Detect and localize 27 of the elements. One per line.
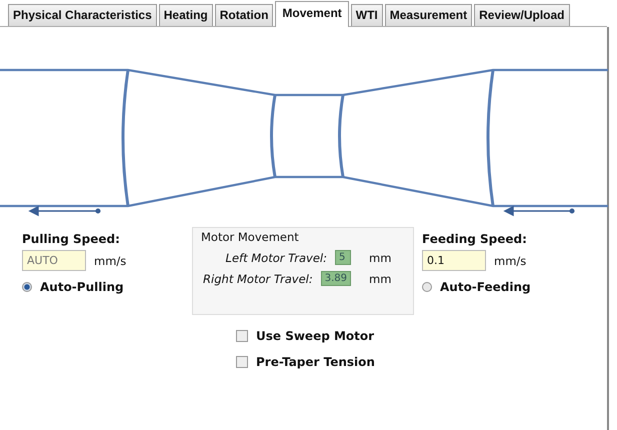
- field-label: Right Motor Travel:: [203, 272, 313, 286]
- checkbox-label[interactable]: Pre-Taper Tension: [256, 355, 375, 369]
- radio-button[interactable]: [422, 282, 432, 292]
- tab[interactable]: Measurement: [384, 4, 472, 26]
- radio-label[interactable]: Auto-Feeding: [440, 280, 531, 294]
- unit-label: mm: [369, 272, 392, 286]
- group-title: Motor Movement: [201, 230, 300, 244]
- left-arrow-icon: [28, 206, 101, 216]
- input-field[interactable]: 0.1: [422, 250, 486, 271]
- tab[interactable]: Review/Upload: [474, 4, 570, 26]
- field-label: Pulling Speed:: [22, 232, 121, 246]
- unit-label: mm/s: [94, 254, 126, 268]
- unit-label: mm/s: [494, 254, 526, 268]
- readout-field: 3.89: [320, 271, 351, 286]
- field-label: Feeding Speed:: [422, 232, 528, 246]
- tab[interactable]: Heating: [158, 4, 213, 26]
- tab[interactable]: Rotation: [214, 4, 274, 26]
- tab[interactable]: Physical Characteristics: [8, 4, 157, 26]
- left-arrow-icon: [503, 206, 575, 216]
- checkbox[interactable]: [236, 356, 248, 368]
- checkbox[interactable]: [236, 330, 248, 342]
- tab[interactable]: Movement: [275, 1, 349, 27]
- tab[interactable]: WTI: [350, 4, 383, 26]
- readout-field: 5: [335, 250, 351, 265]
- unit-label: mm: [369, 250, 392, 264]
- field-label: Left Motor Travel:: [226, 250, 327, 264]
- checkbox-label[interactable]: Use Sweep Motor: [256, 329, 374, 343]
